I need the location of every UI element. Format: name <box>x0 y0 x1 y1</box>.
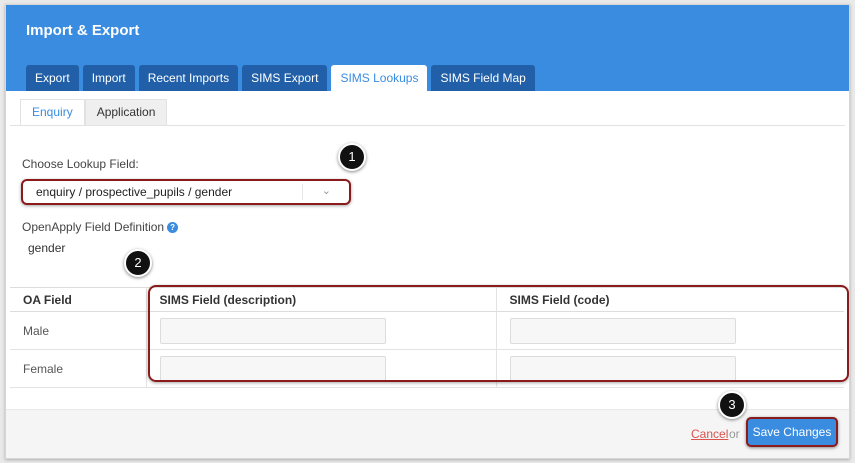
lookup-field-label: Choose Lookup Field: <box>22 157 139 171</box>
page-header: Import & Export Export Import Recent Imp… <box>6 5 849 91</box>
table-row: Male <box>10 311 844 350</box>
lookup-field-select[interactable]: enquiry / prospective_pupils / gender ⌄ <box>21 179 351 205</box>
select-separator <box>302 184 303 200</box>
description-cell <box>145 349 496 388</box>
page-title: Import & Export <box>26 22 140 39</box>
header-sims-description: SIMS Field (description) <box>145 287 496 312</box>
step-badge-2: 2 <box>124 249 152 277</box>
tab-sims-export[interactable]: SIMS Export <box>242 65 328 91</box>
chevron-down-icon: ⌄ <box>321 185 331 197</box>
sims-code-input-female[interactable] <box>509 355 736 382</box>
cancel-link[interactable]: Cancel <box>691 427 728 441</box>
table-header-row: OA Field SIMS Field (description) SIMS F… <box>10 287 844 312</box>
step-badge-1: 1 <box>338 143 366 171</box>
or-text: or <box>729 427 740 441</box>
tab-recent-imports[interactable]: Recent Imports <box>138 65 239 91</box>
subtab-divider <box>10 125 845 126</box>
subtab-application[interactable]: Application <box>84 99 168 126</box>
field-definition-label: OpenApply Field Definition? <box>22 220 179 234</box>
table-row: Female <box>10 349 844 388</box>
subtab-enquiry[interactable]: Enquiry <box>20 99 85 126</box>
sims-code-input-male[interactable] <box>509 317 736 344</box>
lookup-field-value: enquiry / prospective_pupils / gender <box>36 185 233 199</box>
description-cell <box>145 311 496 350</box>
field-definition-label-text: OpenApply Field Definition <box>22 220 165 234</box>
lookup-mapping-table: OA Field SIMS Field (description) SIMS F… <box>10 287 844 388</box>
import-export-window: Import & Export Export Import Recent Imp… <box>5 4 850 459</box>
save-changes-button[interactable]: Save Changes <box>746 417 838 447</box>
step-badge-3: 3 <box>718 391 746 419</box>
sims-description-input-male[interactable] <box>159 317 386 344</box>
sub-tabs: Enquiry Application <box>20 99 168 126</box>
tab-sims-field-map[interactable]: SIMS Field Map <box>431 65 535 91</box>
help-icon[interactable]: ? <box>167 222 179 234</box>
code-cell <box>495 349 844 388</box>
tab-import[interactable]: Import <box>82 65 135 91</box>
tab-sims-lookups[interactable]: SIMS Lookups <box>331 65 428 91</box>
tab-export[interactable]: Export <box>26 65 79 91</box>
oa-field-cell: Male <box>10 311 146 350</box>
header-oa-field: OA Field <box>10 287 146 312</box>
oa-field-cell: Female <box>10 349 146 388</box>
field-definition-value: gender <box>28 241 66 255</box>
main-tabs: Export Import Recent Imports SIMS Export… <box>26 65 535 91</box>
header-sims-code: SIMS Field (code) <box>495 287 844 312</box>
code-cell <box>495 311 844 350</box>
sims-description-input-female[interactable] <box>159 355 386 382</box>
